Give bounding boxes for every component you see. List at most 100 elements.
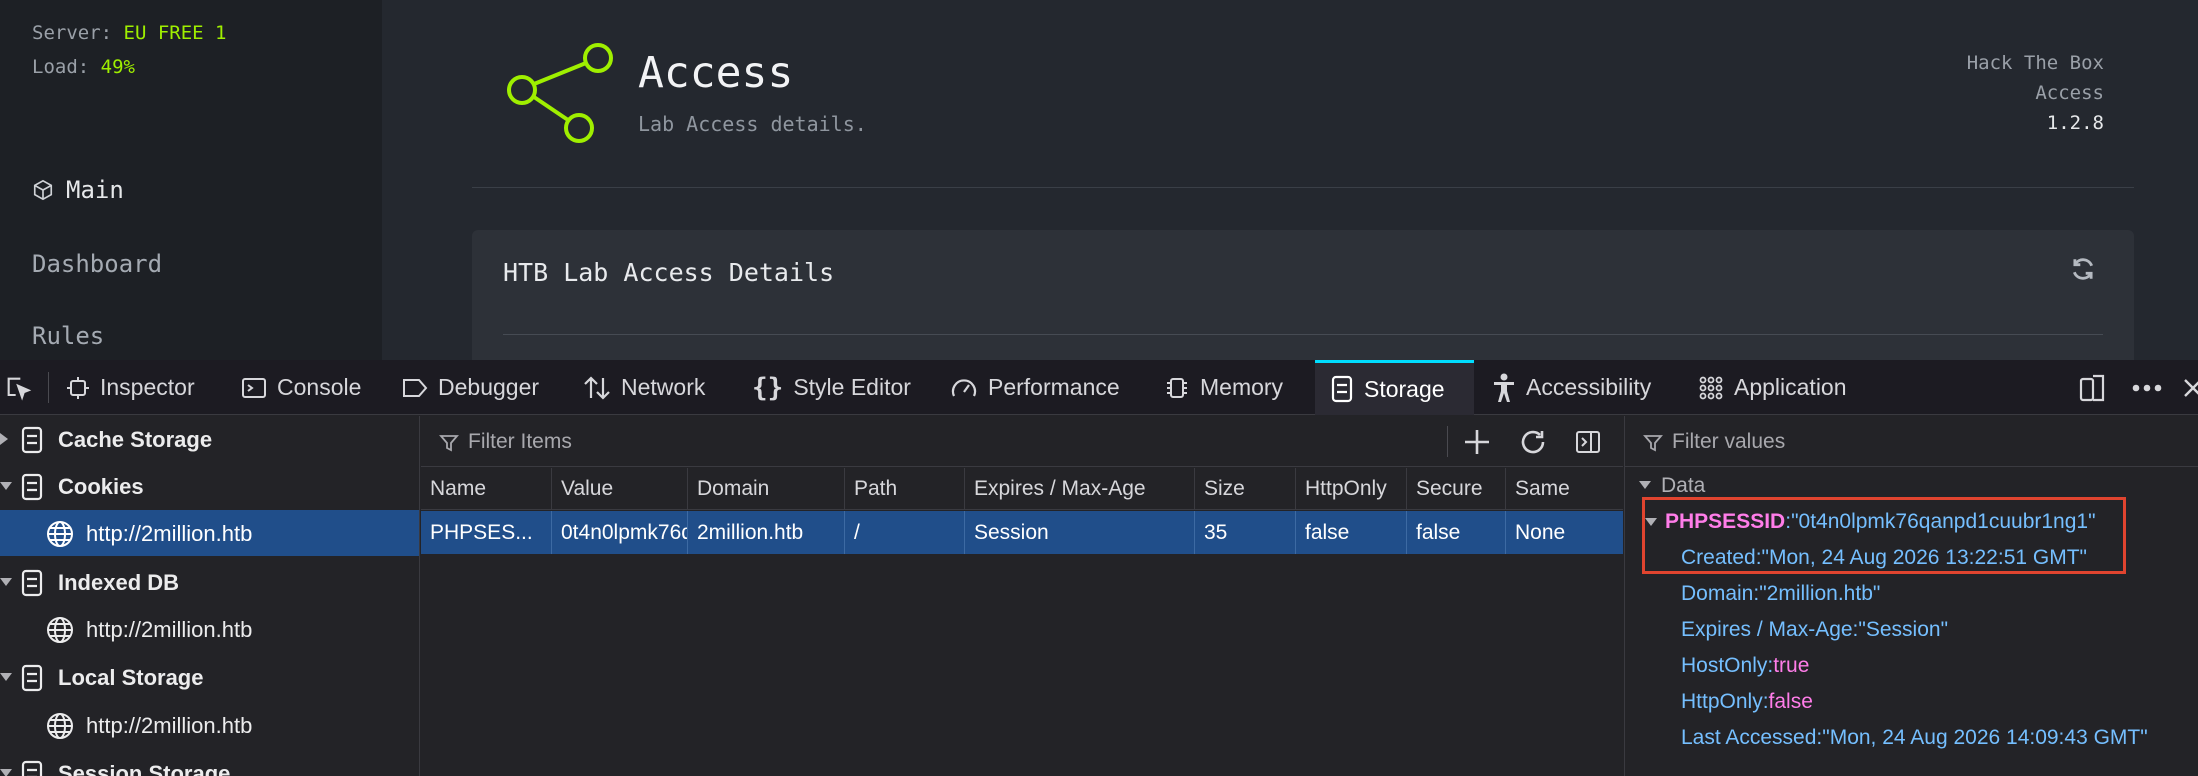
data-section-header[interactable]: Data: [1625, 468, 2198, 500]
filter-items-input[interactable]: Filter Items: [468, 430, 572, 454]
card-divider: [503, 334, 2103, 335]
collapse-arrow-icon: [0, 482, 12, 490]
breadcrumb-root[interactable]: Hack The Box: [1967, 52, 2104, 74]
page-title: Access: [638, 48, 794, 98]
tab-inspector[interactable]: Inspector: [66, 360, 250, 415]
server-status: Server: EU FREE 1: [32, 22, 226, 44]
tab-application-label: Application: [1734, 374, 1847, 400]
column-value[interactable]: Value: [551, 468, 687, 510]
table-row[interactable]: PHPSES... 0t4n0lpmk76q... 2million.htb /…: [421, 511, 1623, 554]
globe-icon: [47, 617, 73, 643]
lab-access-card: HTB Lab Access Details: [472, 230, 2134, 360]
close-icon: [2184, 378, 2198, 397]
load-value: 49%: [100, 56, 135, 78]
tab-memory[interactable]: Memory: [1164, 360, 1300, 415]
detail-created-row[interactable]: Created:"Mon, 24 Aug 2026 13:22:51 GMT": [1681, 546, 2087, 570]
devtools-toolbar: Inspector Console Debugger Network {} St…: [0, 360, 2198, 415]
detail-hostonly-row[interactable]: HostOnly:true: [1681, 654, 1809, 678]
tab-accessibility-label: Accessibility: [1526, 374, 1652, 400]
detail-httponly-key: HttpOnly:: [1681, 690, 1769, 713]
collapse-arrow-icon: [1639, 481, 1651, 489]
column-expires[interactable]: Expires / Max-Age: [964, 468, 1194, 510]
cell-secure[interactable]: false: [1406, 511, 1505, 554]
sidebar-item-rules[interactable]: Rules: [32, 322, 104, 350]
load-status: Load: 49%: [32, 56, 135, 78]
tab-debugger[interactable]: Debugger: [402, 360, 562, 415]
cell-expires[interactable]: Session: [964, 511, 1194, 554]
sidebar: Server: EU FREE 1 Load: 49% Main Dashboa…: [0, 0, 382, 360]
network-icon: [584, 375, 610, 400]
detail-name-key: PHPSESSID: [1665, 510, 1786, 533]
detail-expires-row[interactable]: Expires / Max-Age:"Session": [1681, 618, 1948, 642]
tree-session-storage[interactable]: Session Storage: [0, 750, 419, 776]
element-picker-button[interactable]: [0, 360, 36, 415]
tree-local-storage[interactable]: Local Storage: [0, 654, 419, 700]
responsive-design-icon: [2079, 374, 2105, 401]
filter-values-input[interactable]: Filter values: [1672, 430, 1785, 454]
detail-last-accessed-row[interactable]: Last Accessed:"Mon, 24 Aug 2026 14:09:43…: [1681, 726, 2148, 750]
detail-domain-row[interactable]: Domain:"2million.htb": [1681, 582, 1880, 606]
cell-value[interactable]: 0t4n0lpmk76q...: [551, 511, 687, 554]
plus-icon: [1465, 430, 1489, 454]
detail-httponly-value: false: [1768, 690, 1813, 713]
column-path[interactable]: Path: [844, 468, 964, 510]
devtools-panel: Inspector Console Debugger Network {} St…: [0, 360, 2198, 776]
column-name[interactable]: Name: [421, 468, 551, 510]
tab-application[interactable]: Application: [1698, 360, 1868, 415]
toggle-sidebar-button[interactable]: [1571, 426, 1605, 458]
data-section-label: Data: [1661, 474, 1706, 497]
ellipsis-icon: [2132, 384, 2162, 391]
detail-httponly-row[interactable]: HttpOnly:false: [1681, 690, 1813, 714]
column-secure[interactable]: Secure: [1406, 468, 1505, 510]
cell-httponly[interactable]: false: [1295, 511, 1406, 554]
refresh-items-button[interactable]: [1516, 426, 1550, 458]
sidebar-item-dashboard[interactable]: Dashboard: [32, 250, 162, 278]
tree-indexed-db[interactable]: Indexed DB: [0, 559, 419, 605]
column-size[interactable]: Size: [1194, 468, 1295, 510]
tree-local-storage-host[interactable]: http://2million.htb: [0, 702, 419, 748]
tab-network-label: Network: [621, 374, 706, 400]
console-icon: [242, 377, 266, 398]
cell-size[interactable]: 35: [1194, 511, 1295, 554]
close-devtools-button[interactable]: [2182, 360, 2198, 415]
refresh-icon[interactable]: [2070, 256, 2096, 282]
tree-indexed-db-label: Indexed DB: [58, 570, 180, 595]
toolbar-separator: [1447, 426, 1448, 457]
detail-name-row[interactable]: PHPSESSID:"0t4n0lpmk76qanpd1cuubr1ng1": [1645, 510, 2096, 534]
toolbar-separator: [48, 372, 49, 403]
tab-performance[interactable]: Performance: [950, 360, 1135, 415]
share-icon: [507, 43, 613, 143]
tree-cookies[interactable]: Cookies: [0, 463, 419, 509]
collapse-arrow-icon: [1645, 518, 1657, 526]
detail-created-value: "Mon, 24 Aug 2026 13:22:51 GMT": [1761, 546, 2087, 569]
cell-domain[interactable]: 2million.htb: [687, 511, 844, 554]
tab-console[interactable]: Console: [241, 360, 381, 415]
web-page: Server: EU FREE 1 Load: 49% Main Dashboa…: [0, 0, 2198, 360]
tab-accessibility[interactable]: Accessibility: [1492, 360, 1668, 415]
storage-icon: [21, 569, 43, 597]
cell-name[interactable]: PHPSES...: [421, 511, 551, 554]
tab-style-editor[interactable]: {} Style Editor: [752, 360, 928, 415]
filter-items-bar: Filter Items: [421, 416, 1623, 467]
sidebar-section-main[interactable]: Main: [32, 176, 124, 204]
column-httponly[interactable]: HttpOnly: [1295, 468, 1406, 510]
tab-console-label: Console: [277, 374, 362, 400]
column-domain[interactable]: Domain: [687, 468, 844, 510]
refresh-icon: [1521, 430, 1545, 454]
tree-cookies-host[interactable]: http://2million.htb: [0, 510, 419, 556]
more-options-button[interactable]: [2128, 360, 2166, 415]
detail-name-value: "0t4n0lpmk76qanpd1cuubr1ng1": [1791, 510, 2096, 533]
accessibility-icon: [1494, 373, 1514, 402]
detail-last-accessed-value: "Mon, 24 Aug 2026 14:09:43 GMT": [1822, 726, 2148, 749]
cell-path[interactable]: /: [844, 511, 964, 554]
tab-storage-label: Storage: [1364, 375, 1445, 402]
tab-storage[interactable]: Storage: [1315, 360, 1474, 415]
column-samesite[interactable]: Same: [1505, 468, 1623, 510]
add-item-button[interactable]: [1460, 426, 1494, 458]
header-divider: [472, 187, 2134, 188]
tree-cache-storage[interactable]: Cache Storage: [0, 416, 419, 462]
cell-samesite[interactable]: None: [1505, 511, 1623, 554]
responsive-design-button[interactable]: [2075, 360, 2109, 415]
tab-network[interactable]: Network: [583, 360, 725, 415]
tree-indexed-db-host[interactable]: http://2million.htb: [0, 606, 419, 652]
